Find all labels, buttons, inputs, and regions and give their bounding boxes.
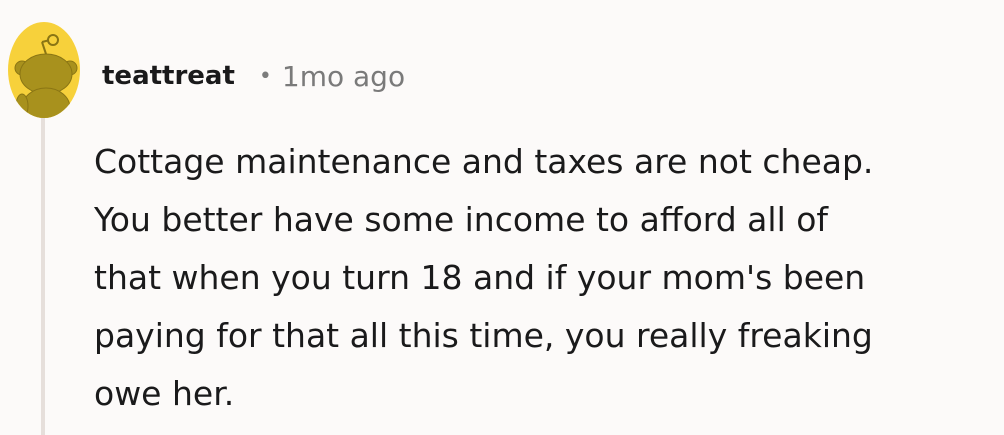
comment: teattreat • 1mo ago Cottage maintenance … bbox=[0, 0, 1004, 435]
username-link[interactable]: teattreat bbox=[102, 61, 235, 91]
thread-line[interactable] bbox=[41, 118, 45, 435]
separator-dot: • bbox=[258, 63, 272, 89]
timestamp-link[interactable]: 1mo ago bbox=[282, 60, 405, 93]
comment-header: teattreat • 1mo ago bbox=[102, 56, 405, 96]
comment-body: Cottage maintenance and taxes are not ch… bbox=[94, 142, 874, 413]
snoo-avatar-icon[interactable] bbox=[8, 22, 80, 118]
